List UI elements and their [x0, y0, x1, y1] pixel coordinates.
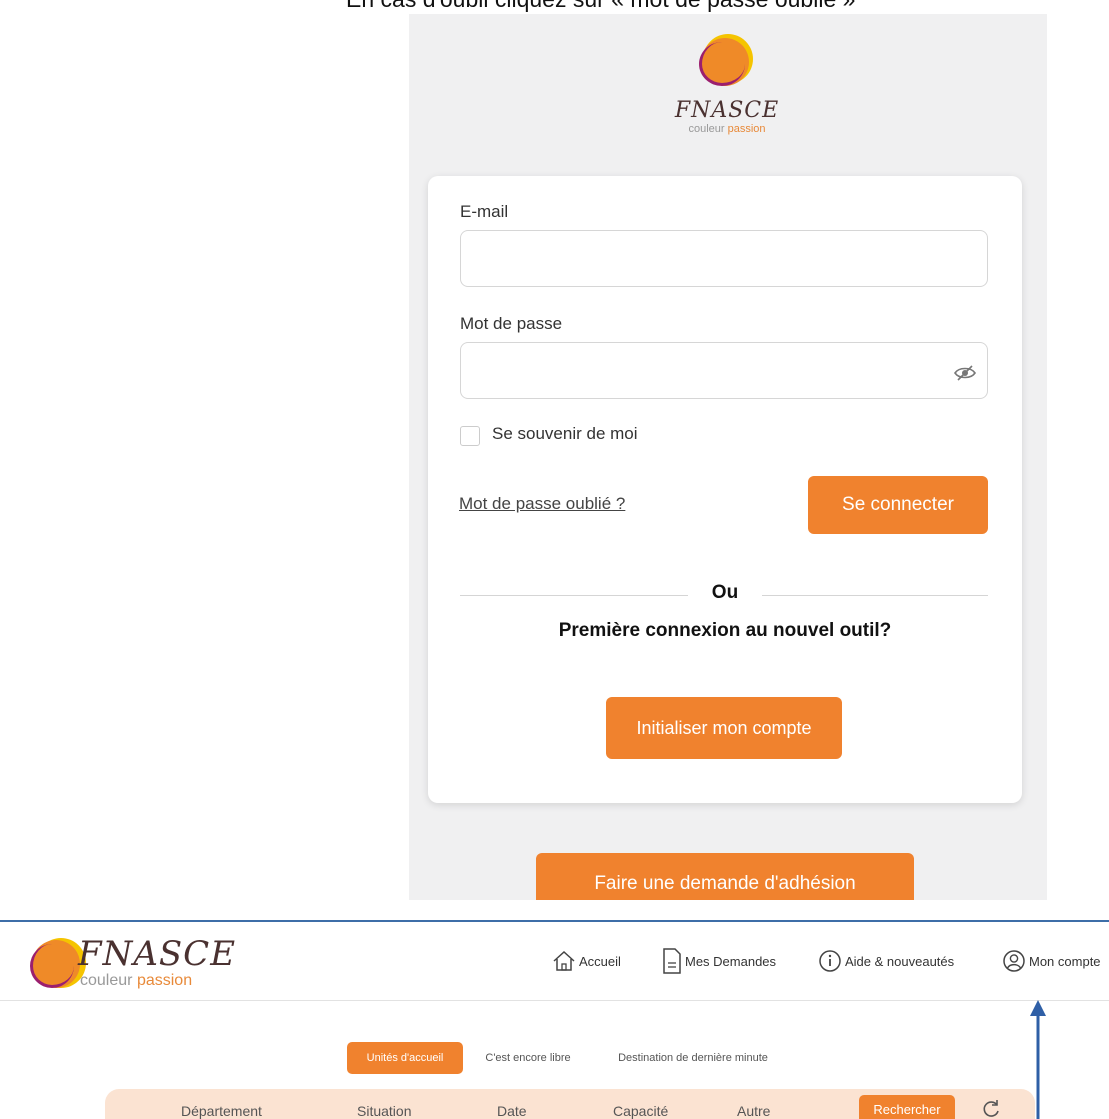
info-icon: [819, 950, 841, 972]
refresh-icon[interactable]: [981, 1099, 1001, 1119]
app-logo-tagline-part1: couleur: [80, 972, 133, 989]
nav-mes-demandes[interactable]: Mes Demandes: [662, 946, 776, 976]
first-connection-text: Première connexion au nouvel outil?: [558, 620, 892, 641]
logo-tagline-part2: passion: [727, 123, 766, 135]
tab-derniere-minute[interactable]: Destination de dernière minute: [597, 1042, 789, 1074]
app-screen: FNASCE couleur passion Accueil Mes Deman…: [0, 920, 1109, 1119]
logo-tagline-part1: couleur: [688, 123, 725, 135]
app-logo-brand: FNASCE: [78, 934, 237, 974]
tab-unites-accueil[interactable]: Unités d'accueil: [347, 1042, 463, 1074]
fnasce-logo: FNASCE couleur passion: [667, 34, 787, 135]
user-icon: [1003, 950, 1025, 972]
logo-brand: FNASCE: [674, 98, 780, 123]
header-divider: [0, 1000, 1109, 1001]
login-screen: FNASCE couleur passion E-mail Mot de pas…: [409, 14, 1047, 900]
init-account-button[interactable]: Initialiser mon compte: [606, 697, 842, 759]
remember-me-label: Se souvenir de moi: [492, 424, 638, 443]
nav-accueil[interactable]: Accueil: [552, 946, 621, 976]
app-top-border: [0, 920, 1109, 922]
search-filter-bar: Département Situation Date Capacité Autr…: [105, 1089, 1035, 1119]
nav-label: Accueil: [579, 953, 621, 969]
logo-tagline: couleur passion: [667, 123, 787, 135]
or-label: Ou: [711, 582, 739, 603]
logo-circle-icon: [699, 34, 753, 86]
remember-me-checkbox[interactable]: [460, 426, 480, 446]
email-label: E-mail: [460, 202, 509, 221]
password-label: Mot de passe: [460, 314, 563, 333]
logo-circle-icon: [30, 938, 86, 988]
eye-slash-icon[interactable]: [954, 365, 976, 381]
app-logo-tagline-part2: passion: [136, 972, 193, 989]
filter-capacite[interactable]: Capacité: [613, 1103, 668, 1119]
divider-right: [762, 595, 988, 596]
divider-left: [460, 595, 688, 596]
nav-mon-compte[interactable]: Mon compte: [1002, 946, 1101, 976]
document-icon: [663, 948, 681, 974]
annotation-arrow-up-icon: [1030, 1000, 1046, 1119]
email-field[interactable]: [460, 230, 988, 287]
filter-date[interactable]: Date: [497, 1103, 527, 1119]
password-field[interactable]: [460, 342, 988, 399]
membership-request-button[interactable]: Faire une demande d'adhésion: [536, 853, 914, 900]
filter-situation[interactable]: Situation: [357, 1103, 411, 1119]
search-button[interactable]: Rechercher: [859, 1095, 955, 1119]
nav-label: Mes Demandes: [685, 953, 777, 969]
app-logo[interactable]: FNASCE couleur passion: [30, 932, 235, 990]
filter-departement[interactable]: Département: [181, 1103, 262, 1119]
home-icon: [553, 950, 575, 971]
tab-encore-libre[interactable]: C'est encore libre: [474, 1042, 582, 1074]
login-card: E-mail Mot de passe Se souvenir de moi M…: [428, 176, 1022, 803]
nav-aide[interactable]: Aide & nouveautés: [818, 946, 954, 976]
nav-label: Mon compte: [1029, 953, 1101, 969]
filter-autre[interactable]: Autre: [737, 1103, 770, 1119]
nav-label: Aide & nouveautés: [845, 953, 955, 969]
instruction-caption: En cas d'oubli cliquez sur « mot de pass…: [346, 0, 1026, 13]
connect-button[interactable]: Se connecter: [808, 476, 988, 534]
forgot-password-link[interactable]: Mot de passe oublié ?: [459, 494, 625, 514]
app-logo-tagline: couleur passion: [80, 972, 192, 990]
